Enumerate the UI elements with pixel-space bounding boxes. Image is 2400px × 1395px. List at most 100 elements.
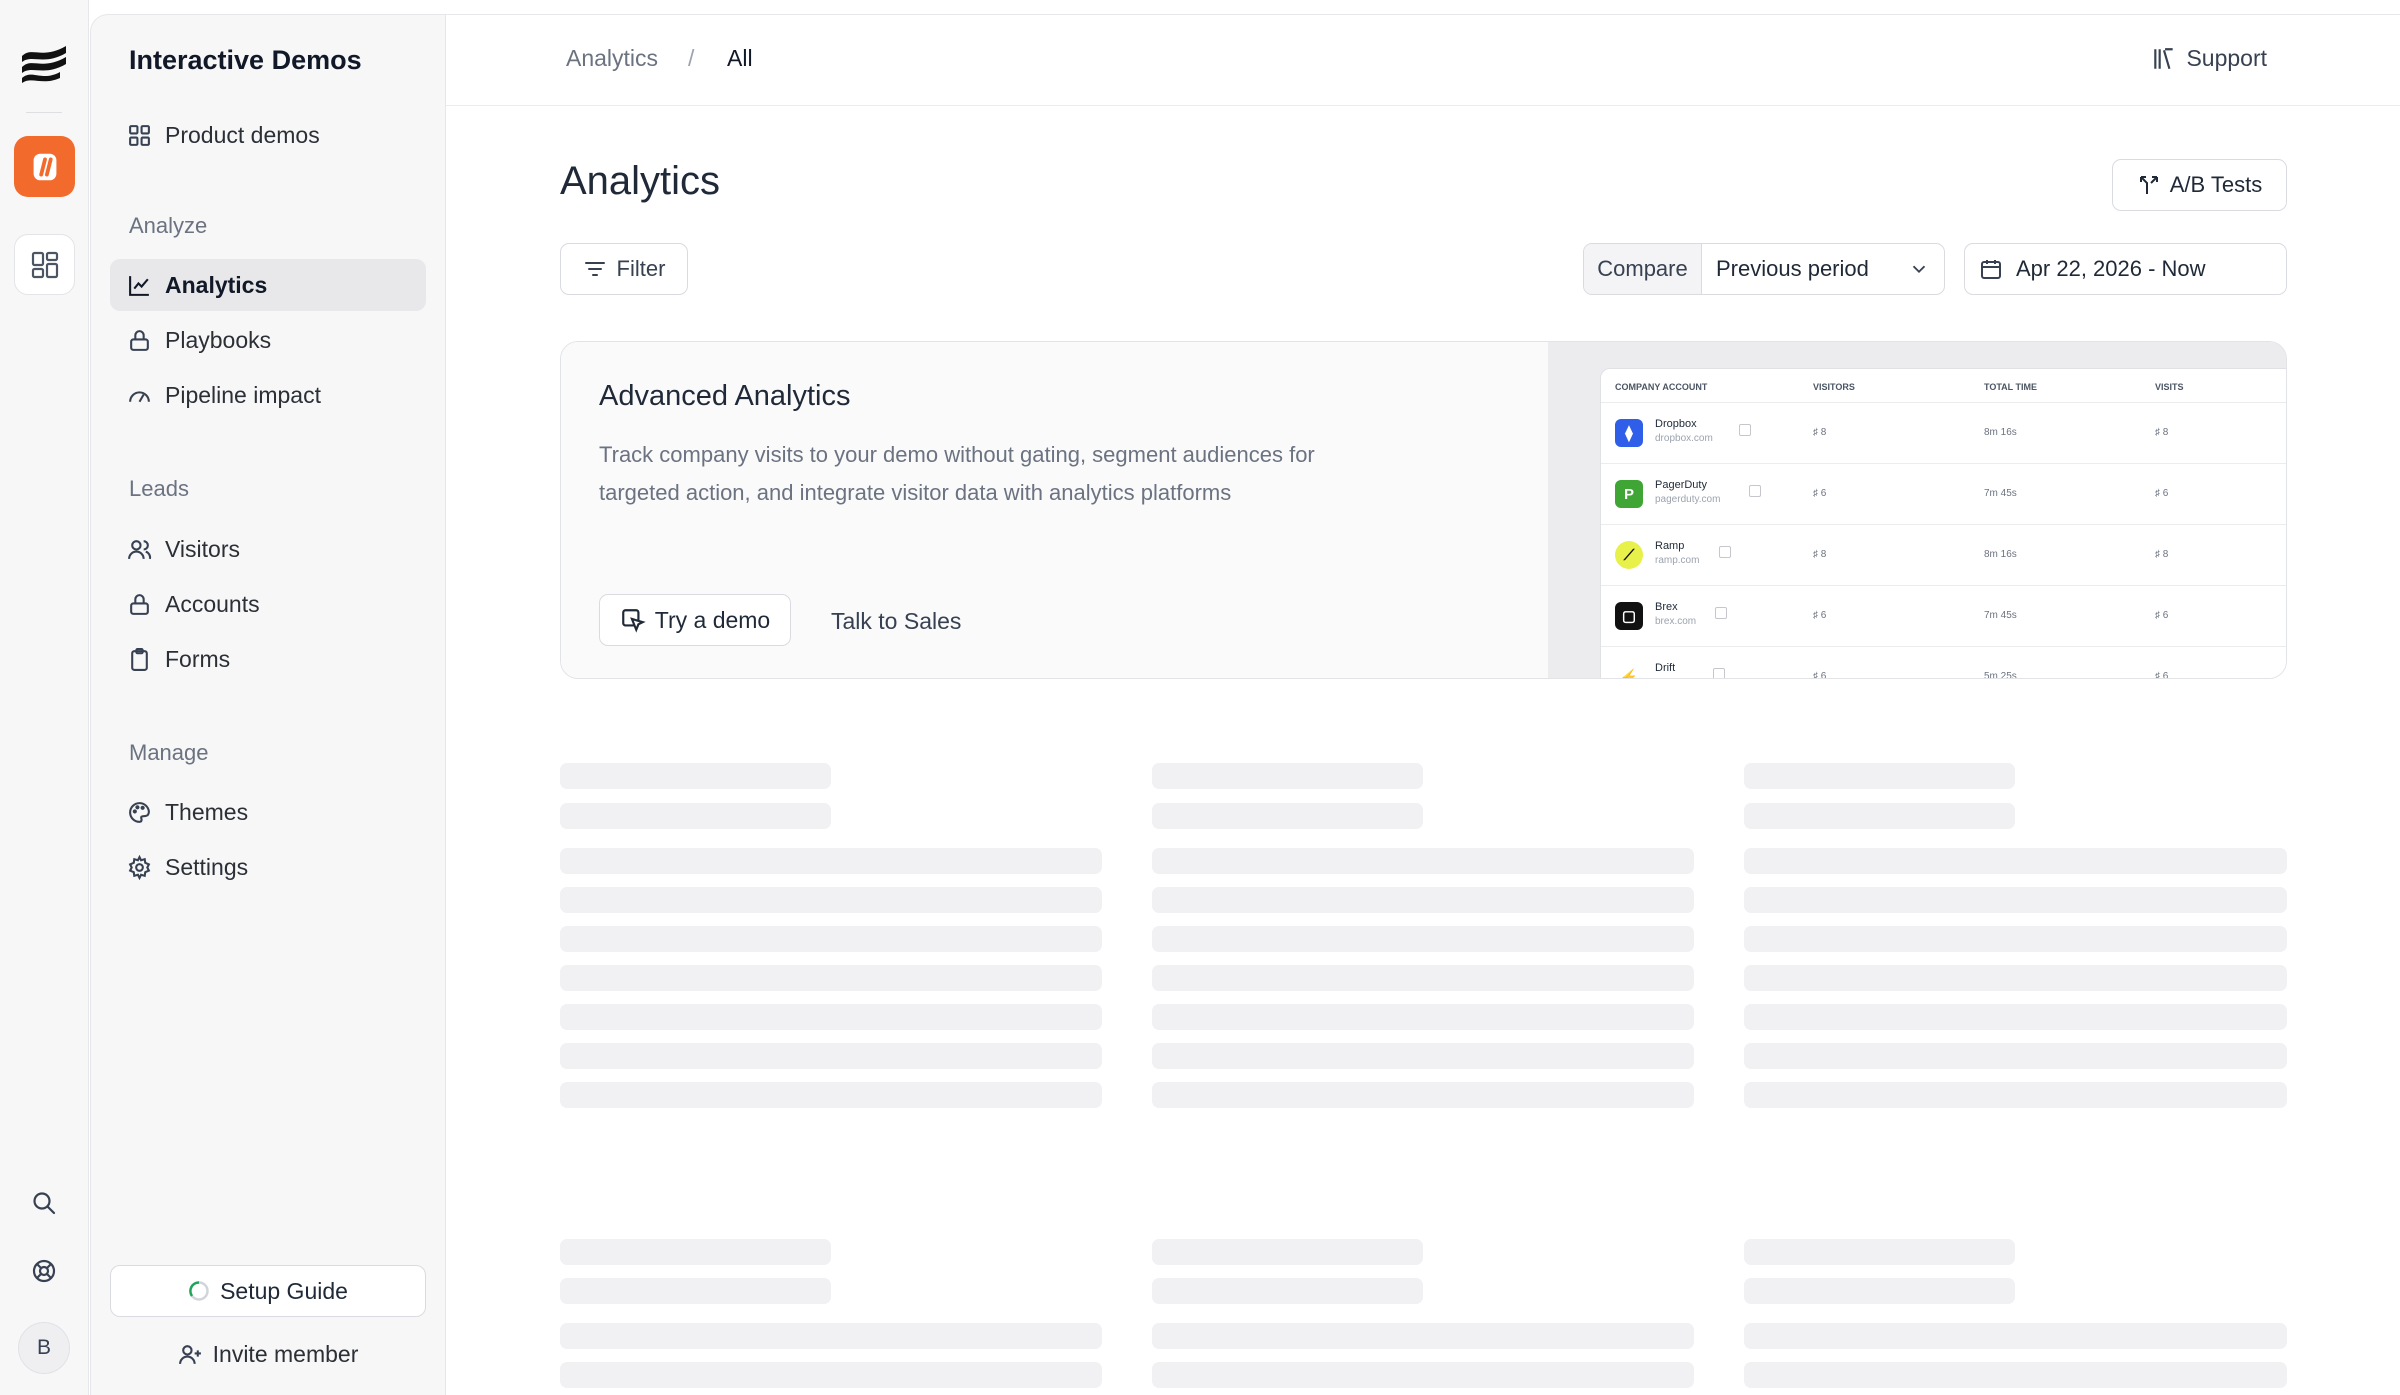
ramp-logo-icon: ⟋	[1615, 541, 1643, 569]
skeleton-bar	[560, 887, 1102, 913]
brand-logo-icon[interactable]	[20, 42, 68, 84]
skeleton-bar	[1744, 887, 2287, 913]
visits-value: 8	[2162, 427, 2169, 438]
skeleton-bar	[1152, 763, 1423, 789]
date-range-label: Apr 22, 2026 - Now	[2016, 256, 2206, 281]
skeleton-bar	[560, 1004, 1102, 1030]
support-link[interactable]: Support	[2151, 45, 2267, 72]
column-header: COMPANY ACCOUNT	[1615, 382, 1708, 392]
users-icon	[128, 539, 152, 559]
sidebar-item-product-demos[interactable]: Product demos	[110, 109, 426, 161]
sidebar-item-accounts[interactable]: Accounts	[110, 578, 426, 630]
company-name: PagerDuty	[1655, 479, 1707, 491]
lock-icon	[130, 593, 149, 615]
table-row: ⟋ Ramp ramp.com ♯ 8 8m 16s ♯ 8	[1601, 525, 2286, 586]
info-icon	[1749, 485, 1761, 497]
promo-text-panel: Advanced Analytics Track company visits …	[561, 342, 1548, 678]
table-row: P PagerDuty pagerduty.com ♯ 6 7m 45s ♯ 6	[1601, 464, 2286, 525]
total-time-value: 7m 45s	[1984, 610, 2017, 621]
info-icon	[1715, 607, 1727, 619]
sidebar-item-analytics[interactable]: Analytics	[110, 259, 426, 311]
skeleton-bar	[560, 1323, 1102, 1349]
promo-title: Advanced Analytics	[599, 380, 851, 412]
sidebar-item-label: Analytics	[165, 271, 268, 298]
advanced-analytics-card: Advanced Analytics Track company visits …	[560, 341, 2287, 679]
try-demo-label: Try a demo	[654, 606, 771, 633]
invite-member-button[interactable]: Invite member	[110, 1331, 426, 1377]
sidebar-item-label: Accounts	[165, 590, 260, 617]
progress-ring-icon	[189, 1281, 209, 1301]
ab-tests-label: A/B Tests	[2169, 172, 2263, 197]
sidebar-item-settings[interactable]: Settings	[110, 841, 426, 893]
workspace-title: Interactive Demos	[129, 45, 362, 75]
sidebar-item-pipeline-impact[interactable]: Pipeline impact	[110, 369, 426, 421]
column-header: VISITORS	[1813, 382, 1855, 392]
skeleton-bar	[1152, 1004, 1694, 1030]
setup-guide-button[interactable]: Setup Guide	[110, 1265, 426, 1317]
promo-description: Track company visits to your demo withou…	[599, 442, 1315, 505]
total-time-value: 7m 45s	[1984, 488, 2017, 499]
skeleton-bar	[1744, 1362, 2287, 1388]
sidebar-item-playbooks[interactable]: Playbooks	[110, 314, 426, 366]
filter-lines-icon	[584, 262, 605, 276]
top-bar: Analytics / All Support	[446, 15, 2400, 106]
help-lifebuoy-icon[interactable]	[24, 1251, 64, 1291]
company-domain: dropbox.com	[1655, 433, 1713, 444]
rail-divider	[26, 112, 62, 113]
skeleton-bar	[560, 763, 831, 789]
drift-logo-icon: ⚡	[1615, 663, 1643, 678]
try-demo-button[interactable]: Try a demo	[599, 594, 791, 646]
search-icon[interactable]	[24, 1183, 64, 1223]
compare-select[interactable]: Compare Previous period	[1583, 243, 1945, 295]
skeleton-bar	[1744, 1278, 2015, 1304]
promo-preview-panel: COMPANY ACCOUNT VISITORS TOTAL TIME VISI…	[1548, 342, 2286, 679]
sidebar-item-forms[interactable]: Forms	[110, 633, 426, 685]
visits-value: 6	[2162, 671, 2169, 679]
skeleton-bar	[560, 848, 1102, 874]
skeleton-bar	[1744, 926, 2287, 952]
skeleton-bar	[1152, 1239, 1423, 1265]
section-label-manage: Manage	[129, 740, 209, 765]
breadcrumb-analytics[interactable]: Analytics	[566, 45, 658, 72]
sidebar-item-visitors[interactable]: Visitors	[110, 523, 426, 575]
skeleton-bar	[1152, 1043, 1694, 1069]
skeleton-bar	[560, 1362, 1102, 1388]
skeleton-bar	[560, 926, 1102, 952]
avatar[interactable]: B	[18, 1322, 70, 1374]
preview-table: COMPANY ACCOUNT VISITORS TOTAL TIME VISI…	[1600, 368, 2286, 679]
invite-member-label: Invite member	[212, 1340, 359, 1367]
breadcrumb-separator: /	[688, 45, 695, 71]
visits-value: 6	[2162, 610, 2169, 621]
skeleton-bar	[560, 1278, 831, 1304]
talk-to-sales-link[interactable]: Talk to Sales	[831, 608, 961, 635]
support-label: Support	[2186, 45, 2267, 71]
skeleton-bar	[1152, 1082, 1694, 1108]
compare-value[interactable]: Previous period	[1702, 244, 1944, 294]
section-label-analyze: Analyze	[129, 213, 208, 238]
company-name: Drift	[1655, 662, 1676, 674]
company-name: Brex	[1655, 601, 1678, 613]
visitors-value: 8	[1820, 427, 1827, 438]
filter-button[interactable]: Filter	[560, 243, 688, 295]
dropbox-logo-icon: ⧫	[1615, 419, 1643, 447]
company-domain: ramp.com	[1655, 555, 1700, 566]
skeleton-bar	[1152, 1362, 1694, 1388]
dashboard-grid-icon[interactable]	[14, 234, 75, 295]
total-time-value: 8m 16s	[1984, 549, 2017, 560]
skeleton-bar	[1744, 1239, 2015, 1265]
skeleton-bar	[1744, 803, 2015, 829]
setup-guide-label: Setup Guide	[220, 1277, 348, 1304]
skeleton-bar	[1152, 965, 1694, 991]
calendar-icon	[1981, 260, 2001, 279]
sidebar-item-themes[interactable]: Themes	[110, 786, 426, 838]
date-range-picker[interactable]: Apr 22, 2026 - Now	[1964, 243, 2287, 295]
skeleton-bar	[560, 803, 831, 829]
company-domain: pagerduty.com	[1655, 494, 1721, 505]
sidebar: Interactive Demos Product demos Analyze …	[90, 14, 446, 1395]
column-header: VISITS	[2155, 382, 2184, 392]
ab-tests-button[interactable]: A/B Tests	[2112, 159, 2287, 211]
icon-rail: B	[0, 0, 89, 1395]
app-switcher-icon[interactable]	[14, 136, 75, 197]
line-chart-icon	[129, 275, 149, 296]
info-icon	[1713, 668, 1725, 678]
